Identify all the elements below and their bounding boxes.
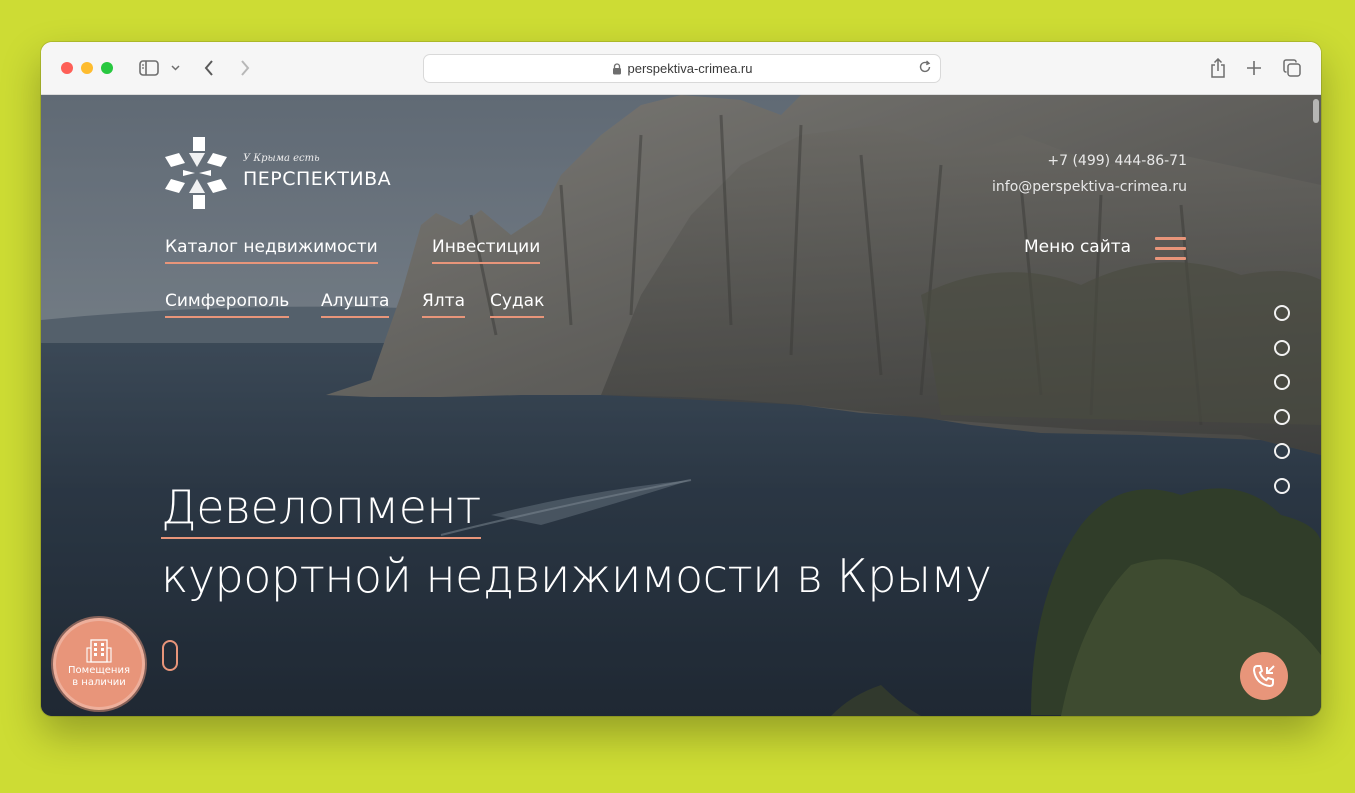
- slider-dot-4[interactable]: [1274, 408, 1290, 425]
- tab-overview-icon[interactable]: [1282, 56, 1302, 80]
- address-bar[interactable]: perspektiva-crimea.ru: [423, 54, 941, 83]
- back-arrow-icon[interactable]: [201, 56, 217, 80]
- phone-link[interactable]: +7 (499) 444-86-71: [1047, 153, 1187, 169]
- zoom-window-button[interactable]: [101, 62, 113, 74]
- slider-dot-5[interactable]: [1274, 443, 1290, 459]
- close-window-button[interactable]: [61, 62, 73, 74]
- callback-button[interactable]: [1240, 652, 1288, 700]
- logo-name[interactable]: ПЕРСПЕКТИВА: [243, 168, 391, 190]
- share-icon[interactable]: [1208, 56, 1228, 80]
- new-tab-icon[interactable]: [1244, 56, 1264, 80]
- lock-icon: [612, 62, 622, 75]
- city-simferopol-link[interactable]: Симферополь: [165, 291, 290, 318]
- sidebar-toggle-icon[interactable]: [138, 56, 160, 80]
- page-viewport: У Крыма есть ПЕРСПЕКТИВА +7 (499) 444-86…: [41, 95, 1321, 716]
- email-link[interactable]: info@perspektiva-crimea.ru: [992, 179, 1187, 195]
- hamburger-menu-icon[interactable]: [1155, 237, 1186, 261]
- scroll-down-icon[interactable]: [162, 640, 178, 671]
- slider-dot-6[interactable]: [1274, 477, 1290, 494]
- logo-tagline: У Крыма есть: [243, 153, 320, 164]
- slider-dot-2[interactable]: [1274, 339, 1290, 356]
- building-icon: [86, 639, 112, 663]
- url-text: perspektiva-crimea.ru: [627, 61, 753, 76]
- slider-dot-1[interactable]: [1274, 305, 1290, 321]
- city-alushta-link[interactable]: Алушта: [321, 291, 390, 318]
- slider-dot-3[interactable]: [1274, 374, 1290, 390]
- slider-pagination: [1274, 305, 1290, 512]
- city-yalta-link[interactable]: Ялта: [422, 291, 465, 318]
- phone-call-icon: [1253, 665, 1275, 687]
- nav-investments-link[interactable]: Инвестиции: [432, 237, 541, 264]
- browser-window: perspektiva-crimea.ru У Крыма есть ПЕРСП…: [41, 42, 1321, 716]
- available-premises-label: Помещения в наличии: [68, 665, 130, 688]
- forward-arrow-icon[interactable]: [237, 56, 253, 80]
- hero-title-line1: Девелопмент: [161, 483, 481, 540]
- city-sudak-link[interactable]: Судак: [490, 291, 545, 318]
- site-menu-label[interactable]: Меню сайта: [1024, 237, 1131, 257]
- available-premises-button[interactable]: Помещения в наличии: [53, 618, 145, 710]
- chevron-down-icon[interactable]: [169, 56, 181, 80]
- hero-title-line2: курортной недвижимости в Крыму: [161, 549, 992, 603]
- reload-icon[interactable]: [918, 60, 932, 74]
- browser-toolbar: perspektiva-crimea.ru: [41, 42, 1321, 95]
- nav-catalog-link[interactable]: Каталог недвижимости: [165, 237, 378, 264]
- minimize-window-button[interactable]: [81, 62, 93, 74]
- scrollbar-thumb[interactable]: [1313, 99, 1319, 123]
